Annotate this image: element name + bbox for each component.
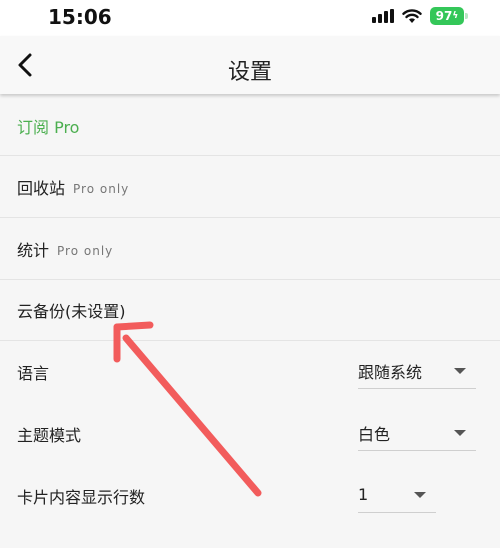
navigation-bar: 设置	[0, 36, 500, 94]
language-item: 语言 跟随系统	[0, 341, 500, 403]
theme-mode-select[interactable]: 白色	[358, 415, 476, 451]
chevron-down-icon	[414, 492, 426, 498]
settings-list: 订阅 Pro 回收站 Pro only 统计 Pro only 云备份(未设置)…	[0, 96, 500, 527]
battery-icon: 97 ϟ	[430, 7, 468, 25]
page-title: 设置	[227, 60, 272, 85]
card-lines-select[interactable]: 1	[358, 477, 436, 513]
status-bar: 15:06 97 ϟ	[0, 0, 500, 36]
subscribe-pro-item[interactable]: 订阅 Pro	[0, 96, 500, 156]
cloud-backup-label: 云备份(未设置)	[17, 302, 126, 321]
signal-icon	[372, 9, 394, 23]
pro-only-tag: Pro only	[73, 182, 130, 196]
statistics-label: 统计	[17, 240, 50, 260]
card-lines-label: 卡片内容显示行数	[17, 488, 146, 507]
theme-mode-item: 主题模式 白色	[0, 403, 500, 465]
chevron-down-icon	[454, 368, 466, 374]
card-lines-item: 卡片内容显示行数 1	[0, 465, 500, 527]
battery-level: 97	[435, 9, 453, 23]
language-label: 语言	[17, 364, 50, 383]
recycle-bin-label: 回收站	[17, 178, 66, 198]
subscribe-pro-label: 订阅 Pro	[17, 117, 80, 137]
wifi-icon	[402, 9, 422, 23]
recycle-bin-item[interactable]: 回收站 Pro only	[0, 156, 500, 218]
language-value: 跟随系统	[358, 362, 423, 382]
language-select[interactable]: 跟随系统	[358, 353, 476, 389]
card-lines-value: 1	[358, 485, 369, 504]
pro-only-tag: Pro only	[57, 244, 114, 258]
theme-mode-label: 主题模式	[17, 426, 82, 445]
status-time: 15:06	[48, 5, 112, 29]
chevron-down-icon	[454, 430, 466, 436]
statistics-item[interactable]: 统计 Pro only	[0, 218, 500, 280]
cloud-backup-item[interactable]: 云备份(未设置)	[0, 280, 500, 341]
status-icons: 97 ϟ	[372, 7, 468, 25]
theme-mode-value: 白色	[358, 424, 391, 444]
